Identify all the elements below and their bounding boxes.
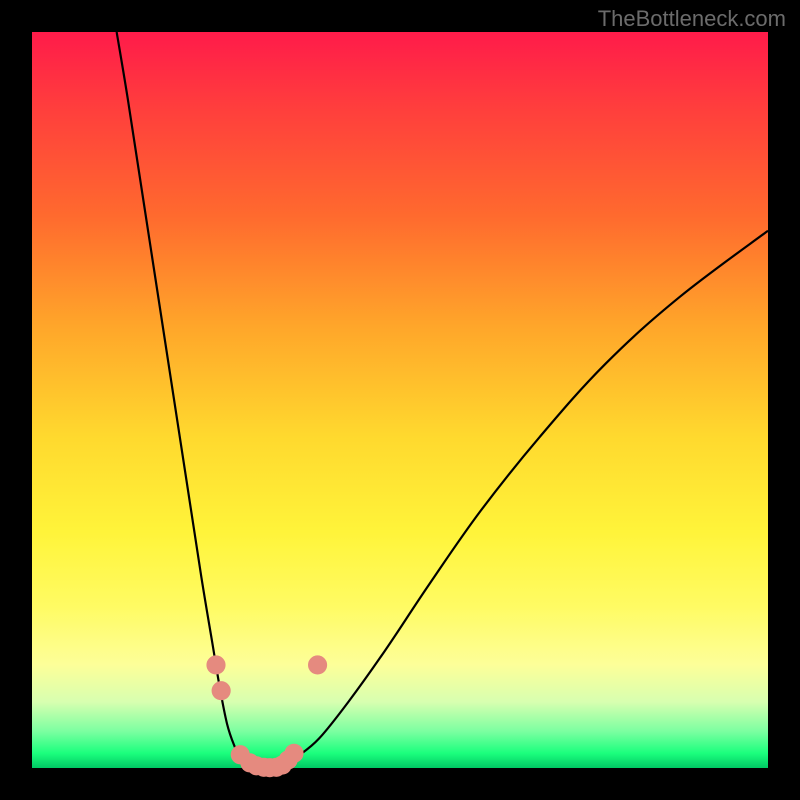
marker-dot	[212, 681, 231, 700]
chart-svg	[32, 32, 768, 768]
marker-dot	[206, 655, 225, 674]
curve-left-curve	[117, 32, 257, 768]
watermark-text: TheBottleneck.com	[598, 6, 786, 32]
curve-right-curve	[282, 231, 768, 768]
marker-dot	[284, 744, 303, 763]
marker-dot	[308, 655, 327, 674]
